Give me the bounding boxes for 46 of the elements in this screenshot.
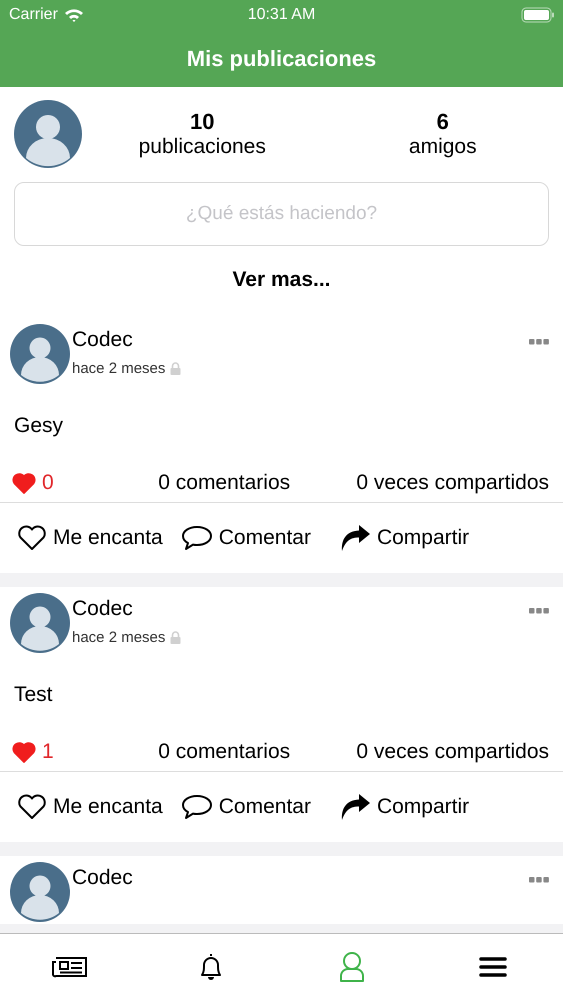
comment-button[interactable]: Comentar — [180, 525, 311, 551]
status-time: 10:31 AM — [248, 6, 316, 24]
heart-icon[interactable] — [12, 472, 36, 494]
share-button[interactable]: Compartir — [338, 524, 470, 552]
newspaper-icon — [52, 955, 88, 979]
author-name[interactable]: Codec — [72, 866, 529, 890]
comment-count[interactable]: 0 comentarios — [158, 471, 290, 495]
stat-value: 10 — [190, 109, 214, 135]
heart-icon — [17, 525, 47, 551]
person-icon — [338, 951, 366, 983]
menu-icon — [478, 956, 507, 978]
author-name[interactable]: Codec — [72, 328, 529, 352]
stat-value: 6 — [436, 109, 449, 135]
speech-bubble-icon — [180, 794, 213, 820]
more-options-icon[interactable] — [529, 339, 549, 345]
share-count: 0 veces compartidos — [356, 740, 549, 764]
avatar-icon — [10, 862, 70, 922]
more-options-icon[interactable] — [529, 608, 549, 614]
comment-button[interactable]: Comentar — [180, 794, 311, 820]
wifi-icon — [64, 8, 84, 22]
battery-icon — [521, 7, 555, 23]
post-text: Test — [14, 683, 53, 706]
avatar-icon — [14, 100, 82, 168]
screen-title: Mis publicaciones — [186, 46, 376, 72]
comment-count[interactable]: 0 comentarios — [158, 740, 290, 764]
share-count: 0 veces compartidos — [356, 471, 549, 495]
stat-label: publicaciones — [138, 135, 266, 159]
heart-icon[interactable] — [12, 742, 36, 762]
status-input-field[interactable]: ¿Qué estás haciendo? — [14, 182, 549, 246]
post-text: Gesy — [14, 414, 64, 437]
share-button[interactable]: Compartir — [338, 793, 470, 821]
post-time: hace 2 meses — [72, 360, 166, 377]
speech-bubble-icon — [180, 525, 213, 551]
carrier-label: Carrier — [9, 6, 58, 24]
see-more-link[interactable]: Ver mas... — [232, 268, 331, 291]
stat-label: amigos — [408, 135, 477, 159]
avatar-icon — [10, 324, 70, 384]
post-time: hace 2 meses — [72, 629, 166, 646]
love-button[interactable]: Me encanta — [17, 794, 163, 820]
more-options-icon[interactable] — [529, 877, 549, 883]
heart-icon — [17, 794, 47, 820]
author-name[interactable]: Codec — [72, 597, 529, 621]
like-count: 1 — [42, 740, 54, 764]
like-count: 0 — [42, 471, 54, 495]
avatar-icon — [10, 593, 70, 653]
love-button[interactable]: Me encanta — [17, 525, 163, 551]
